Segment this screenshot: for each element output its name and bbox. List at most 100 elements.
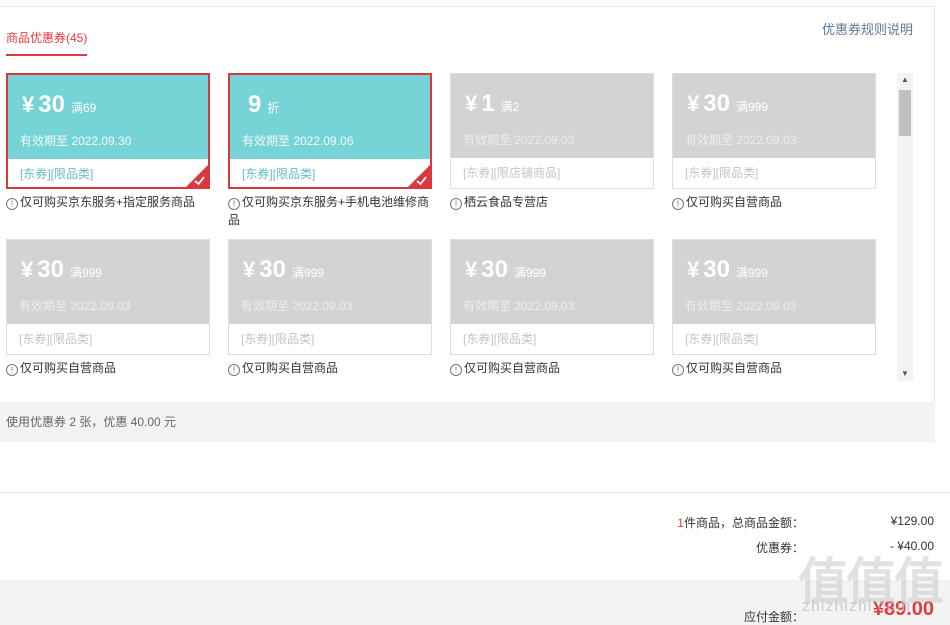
coupon-amount: ¥30 满69 <box>22 91 96 119</box>
coupon-validity: 有效期至 2022.09.03 <box>685 299 797 313</box>
info-icon: ! <box>6 364 18 376</box>
coupon-face[interactable]: ¥30 满999 有效期至 2022.09.03 [东券][限品类] <box>672 239 876 355</box>
coupon-amount: ¥30 满999 <box>243 256 324 284</box>
coupon-tags: [东券][限品类] <box>242 167 316 181</box>
scroll-down-arrow-icon[interactable]: ▼ <box>897 367 913 381</box>
coupon-condition: 满69 <box>70 101 97 115</box>
coupon-amount: ¥30 满999 <box>21 256 102 284</box>
coupon-restriction-text: 仅可购买自营商品 <box>686 361 783 375</box>
payable-amount: ¥89.00 <box>872 598 934 620</box>
coupon-header: ¥30 满69 有效期至 2022.09.30 <box>8 75 208 159</box>
coupon-restriction-note: ! 仅可购买自营商品 <box>450 359 656 377</box>
coupon-restriction-text: 仅可购买自营商品 <box>20 361 117 375</box>
coupon-value: 30 <box>38 91 65 118</box>
coupon-validity: 有效期至 2022.09.03 <box>463 299 575 313</box>
coupon-restriction-text: 仅可购买自营商品 <box>686 195 783 209</box>
coupon-face[interactable]: ¥1 满2 有效期至 2022.09.03 [东券][限店铺商品] <box>450 73 654 189</box>
info-icon: ! <box>672 198 684 210</box>
info-icon: ! <box>228 364 240 376</box>
coupon-face[interactable]: ¥30 满999 有效期至 2022.09.03 [东券][限品类] <box>450 239 654 355</box>
goods-total-amount: ¥129.00 <box>890 514 934 528</box>
coupon-scrollbar[interactable]: ▲ ▼ <box>897 73 913 381</box>
coupon-value: 9 <box>248 91 262 118</box>
coupon-restriction-note: ! 仅可购买京东服务+手机电池维修商品 <box>228 193 434 229</box>
coupon-discount-row: 优惠券： - ¥40.00 <box>534 539 934 559</box>
coupon-amount: ¥30 满999 <box>465 256 546 284</box>
coupon-card[interactable]: ¥30 满999 有效期至 2022.09.03 [东券][限品类]! 仅可购买自营商品 <box>6 239 210 376</box>
coupon-card[interactable]: ¥30 满999 有效期至 2022.09.03 [东券][限品类]! 仅可购买自营商品 <box>228 239 432 376</box>
coupon-tags: [东券][限品类] <box>19 332 93 346</box>
coupon-card[interactable]: ¥30 满999 有效期至 2022.09.03 [东券][限品类]! 仅可购买自营商品 <box>672 73 876 210</box>
coupon-tags: [东券][限品类] <box>685 166 759 180</box>
coupon-condition: 折 <box>267 101 280 115</box>
coupon-header: ¥30 满999 有效期至 2022.09.03 <box>229 240 431 324</box>
info-icon: ! <box>672 364 684 376</box>
coupon-grid: ¥30 满69 有效期至 2022.09.30 [东券][限品类]! 仅可购买京东服务+… <box>0 0 935 395</box>
coupon-currency: ¥ <box>465 257 478 282</box>
payable-label: 应付金额： <box>743 610 804 624</box>
info-icon: ! <box>228 198 240 210</box>
coupon-discount-amount: - ¥40.00 <box>889 539 934 553</box>
coupon-restriction-note: ! 仅可购买京东服务+指定服务商品 <box>6 193 212 211</box>
coupon-card[interactable]: ¥1 满2 有效期至 2022.09.03 [东券][限店铺商品] ! 栖云食品专营店 <box>450 73 654 210</box>
coupon-card[interactable]: ¥30 满69 有效期至 2022.09.30 [东券][限品类] ! 仅可购买京东服务+… <box>6 73 210 210</box>
coupon-face[interactable]: ¥30 满999 有效期至 2022.09.03 [东券][限品类] <box>6 239 210 355</box>
coupon-value: 30 <box>481 256 508 283</box>
coupon-header: ¥30 满999 有效期至 2022.09.03 <box>673 240 875 324</box>
coupon-condition: 满999 <box>735 100 768 114</box>
coupon-tags: [东券][限品类] <box>685 332 759 346</box>
coupon-tags: [东券][限店铺商品] <box>463 166 561 180</box>
info-icon: ! <box>450 198 462 210</box>
coupon-amount: ¥1 满2 <box>465 90 519 118</box>
coupon-value: 30 <box>703 90 730 117</box>
coupon-restriction-note: ! 栖云食品专营店 <box>450 193 656 211</box>
coupon-condition: 满999 <box>69 266 102 280</box>
coupon-tags: [东券][限品类] <box>241 332 315 346</box>
coupon-card[interactable]: 9 折有效期至 2022.09.06 [东券][限品类]! 仅可购买京东服务+手机电池… <box>228 73 432 227</box>
goods-total-row: 1件商品，总商品金额： ¥129.00 <box>534 514 934 534</box>
coupon-validity: 有效期至 2022.09.03 <box>19 299 131 313</box>
scroll-up-arrow-icon[interactable]: ▲ <box>897 73 913 87</box>
coupon-value: 30 <box>703 256 730 283</box>
coupon-header: 9 折有效期至 2022.09.06 <box>230 75 430 159</box>
info-icon: ! <box>450 364 462 376</box>
coupon-validity: 有效期至 2022.09.03 <box>685 133 797 147</box>
coupon-condition: 满2 <box>500 100 520 114</box>
coupon-face[interactable]: ¥30 满999 有效期至 2022.09.03 [东券][限品类] <box>672 73 876 189</box>
coupon-currency: ¥ <box>687 91 700 116</box>
coupon-currency: ¥ <box>687 257 700 282</box>
coupon-discount-label: 优惠券： <box>755 541 804 555</box>
coupon-validity: 有效期至 2022.09.30 <box>20 134 132 148</box>
coupon-restriction-note: ! 仅可购买自营商品 <box>672 193 878 211</box>
coupon-card[interactable]: ¥30 满999 有效期至 2022.09.03 [东券][限品类]! 仅可购买自营商品 <box>672 239 876 376</box>
coupon-restriction-text: 仅可购买京东服务+手机电池维修商品 <box>228 195 430 227</box>
coupon-amount: ¥30 满999 <box>687 256 768 284</box>
coupon-header: ¥30 满999 有效期至 2022.09.03 <box>7 240 209 324</box>
coupon-currency: ¥ <box>465 91 478 116</box>
coupon-restriction-note: ! 仅可购买自营商品 <box>228 359 434 377</box>
coupon-currency: ¥ <box>22 92 35 117</box>
coupon-validity: 有效期至 2022.09.03 <box>241 299 353 313</box>
coupon-header: ¥1 满2 有效期至 2022.09.03 <box>451 74 653 158</box>
coupon-currency: ¥ <box>243 257 256 282</box>
coupon-summary: 使用优惠券 2 张，优惠 40.00 元 <box>0 402 935 442</box>
coupon-amount: ¥30 满999 <box>687 90 768 118</box>
coupon-face[interactable]: 9 折有效期至 2022.09.06 [东券][限品类] <box>228 73 432 189</box>
order-totals: 1件商品，总商品金额： ¥129.00 优惠券： - ¥40.00 <box>0 500 950 580</box>
divider <box>0 492 950 493</box>
goods-total-label: 件商品，总商品金额： <box>683 516 804 530</box>
selected-check-icon <box>408 165 430 187</box>
coupon-condition: 满999 <box>735 266 768 280</box>
coupon-amount: 9折 <box>244 91 279 119</box>
coupon-tags: [东券][限品类] <box>20 167 94 181</box>
coupon-restriction-text: 仅可购买自营商品 <box>464 361 561 375</box>
coupon-tags: [东券][限品类] <box>463 332 537 346</box>
coupon-validity: 有效期至 2022.09.06 <box>242 134 354 148</box>
coupon-face[interactable]: ¥30 满999 有效期至 2022.09.03 [东券][限品类] <box>228 239 432 355</box>
coupon-restriction-text: 仅可购买自营商品 <box>242 361 339 375</box>
scroll-thumb[interactable] <box>899 90 911 136</box>
coupon-value: 30 <box>259 256 286 283</box>
info-icon: ! <box>6 198 18 210</box>
coupon-card[interactable]: ¥30 满999 有效期至 2022.09.03 [东券][限品类]! 仅可购买自营商品 <box>450 239 654 376</box>
coupon-face[interactable]: ¥30 满69 有效期至 2022.09.30 [东券][限品类] <box>6 73 210 189</box>
